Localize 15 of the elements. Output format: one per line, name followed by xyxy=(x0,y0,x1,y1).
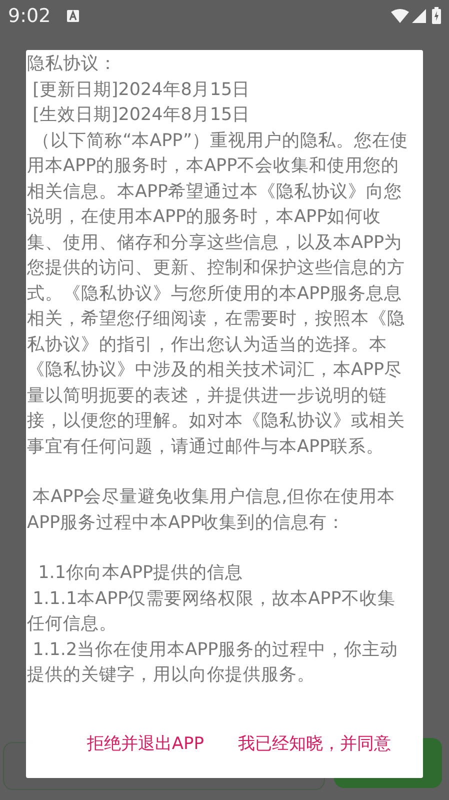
agreement-text: 1.1.2当你在使用本APP服务的过程中，你主动提供的关键字，用以向你提供服务。 xyxy=(27,638,400,687)
agreement-text: [生效日期]2024年8月15日 xyxy=(32,104,252,127)
reject-button[interactable]: 拒绝并退出APP xyxy=(84,728,206,760)
agreement-text: 本APP会尽量避免收集用户信息,但你在使用本APP服务过程中本APP收集到的信息有： xyxy=(27,486,396,534)
agreement-text: 隐私协议： xyxy=(27,53,118,76)
notification-icon xyxy=(66,10,79,22)
agreement-text: （以下简称“本APP”）重视用户的隐私。您在使用本APP的服务时，本APP不会收集和使用您的相关信息。本APP希望通过本《隐私协议》向您说明，在使用本APP的服务时，本APP如何收集、使用、储存和分享这些信息，以及本APP为您提供的访问、更新、控制和保护这些信息的方式。《隐私协议》与您所使用的本APP服务息息相关，希望您仔细阅读，在需要时，按照本《隐私协议》的指引，作出您认为适当的选择。本《隐私协议》中涉及的相关技术词汇，本APP尽量以简明扼要的表述，并提供进一步说明的链接，以便您的理解。如对本《隐私协议》或相关事宜有任何问题，请通过邮件与本APP联系。 xyxy=(27,130,410,458)
signal-icon xyxy=(412,9,426,23)
clock: 9:02 xyxy=(8,4,51,28)
agreement-text: [更新日期]2024年8月15日 xyxy=(32,78,252,102)
battery-icon xyxy=(432,7,441,24)
agreement-text: 1.1.1本APP仅需要网络权限，故本APP不收集任何信息。 xyxy=(27,588,396,636)
agree-button[interactable]: 我已经知晓，并同意 xyxy=(236,728,393,760)
agreement-text: 1.1你向本APP提供的信息 xyxy=(37,562,244,585)
wifi-icon xyxy=(391,9,409,23)
